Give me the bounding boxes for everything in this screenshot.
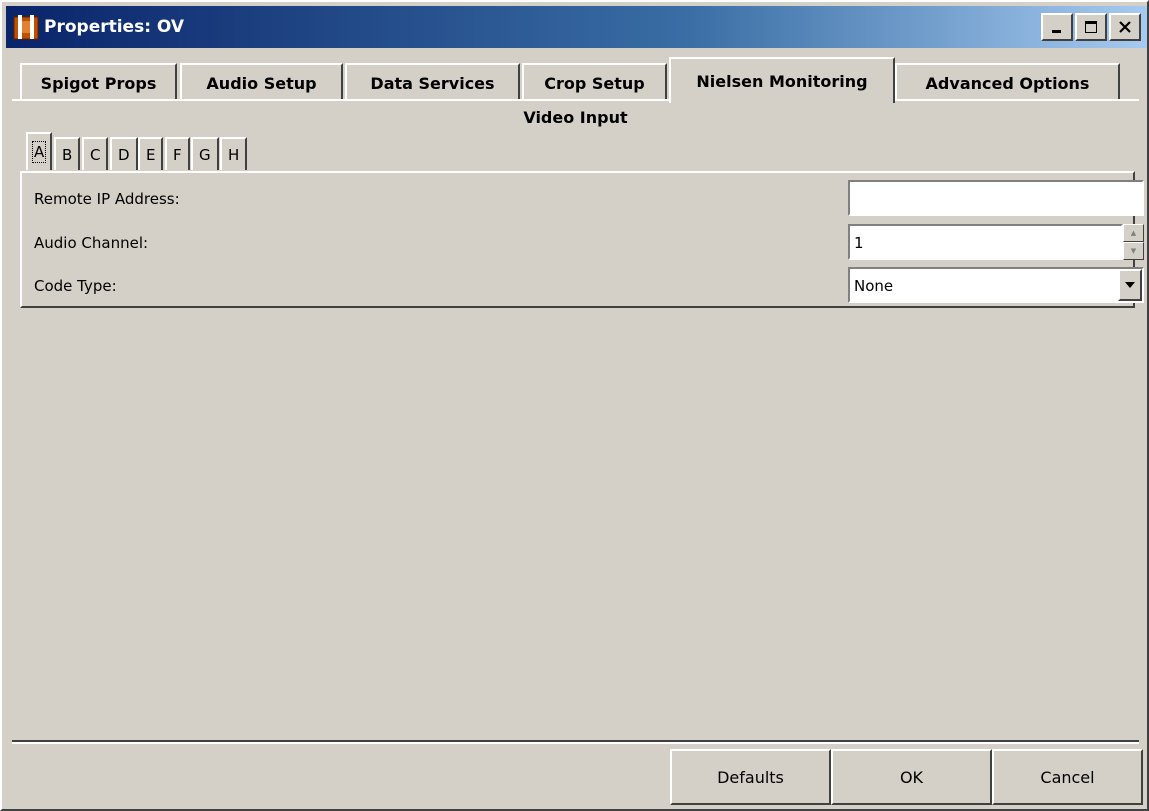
code-type-value: None bbox=[854, 277, 894, 295]
subtab-g[interactable]: G bbox=[191, 137, 219, 170]
properties-window: Properties: OV Spigot Props Audio Setup … bbox=[0, 0, 1149, 811]
chevron-down-icon bbox=[1125, 282, 1135, 288]
close-icon bbox=[1119, 21, 1131, 33]
minimize-icon bbox=[1052, 30, 1061, 33]
audio-channel-label: Audio Channel: bbox=[34, 234, 149, 252]
subtab-a-label: A bbox=[31, 141, 47, 163]
window-title: Properties: OV bbox=[44, 17, 185, 37]
maximize-icon bbox=[1085, 21, 1097, 33]
audio-channel-spinner: 1 ▲ ▼ bbox=[848, 224, 1144, 260]
properties-grid: Remote IP Address: Audio Channel: 1 ▲ ▼ … bbox=[20, 171, 1144, 308]
arrow-down-icon: ▼ bbox=[1130, 246, 1137, 255]
tab-audio-setup[interactable]: Audio Setup bbox=[180, 63, 343, 101]
ok-button[interactable]: OK bbox=[831, 749, 992, 805]
section-title: Video Input bbox=[523, 108, 628, 127]
defaults-button[interactable]: Defaults bbox=[670, 749, 831, 805]
dropdown-button[interactable] bbox=[1118, 269, 1142, 301]
subtab-f[interactable]: F bbox=[165, 137, 190, 170]
subtab-c[interactable]: C bbox=[82, 137, 109, 170]
cancel-button[interactable]: Cancel bbox=[992, 749, 1143, 805]
footer-divider bbox=[12, 740, 1139, 744]
subtab-b[interactable]: B bbox=[54, 137, 81, 170]
tab-spigot-props[interactable]: Spigot Props bbox=[20, 63, 177, 101]
arrow-up-icon: ▲ bbox=[1130, 228, 1137, 237]
subtab-e[interactable]: E bbox=[138, 137, 164, 170]
subtab-a[interactable]: A bbox=[26, 132, 53, 170]
subtab-d[interactable]: D bbox=[110, 137, 138, 170]
minimize-button[interactable] bbox=[1041, 13, 1073, 41]
tab-crop-setup[interactable]: Crop Setup bbox=[522, 63, 667, 101]
tab-data-services[interactable]: Data Services bbox=[345, 63, 520, 101]
close-button[interactable] bbox=[1109, 13, 1141, 41]
spin-up-button[interactable]: ▲ bbox=[1123, 224, 1144, 242]
subtab-h[interactable]: H bbox=[220, 137, 248, 170]
audio-channel-input[interactable]: 1 bbox=[848, 224, 1123, 260]
app-icon bbox=[13, 15, 39, 40]
code-type-select[interactable]: None bbox=[848, 267, 1144, 303]
tab-panel: Video Input A B C D E F G H Remote IP Ad… bbox=[12, 99, 1144, 741]
spin-down-button[interactable]: ▼ bbox=[1123, 242, 1144, 260]
tab-advanced-options[interactable]: Advanced Options bbox=[895, 63, 1120, 101]
remote-ip-input[interactable] bbox=[848, 180, 1144, 216]
maximize-button[interactable] bbox=[1075, 13, 1107, 41]
tab-nielsen-monitoring[interactable]: Nielsen Monitoring bbox=[669, 57, 895, 103]
remote-ip-label: Remote IP Address: bbox=[34, 190, 180, 208]
title-bar[interactable]: Properties: OV bbox=[6, 6, 1147, 48]
code-type-label: Code Type: bbox=[34, 277, 117, 295]
